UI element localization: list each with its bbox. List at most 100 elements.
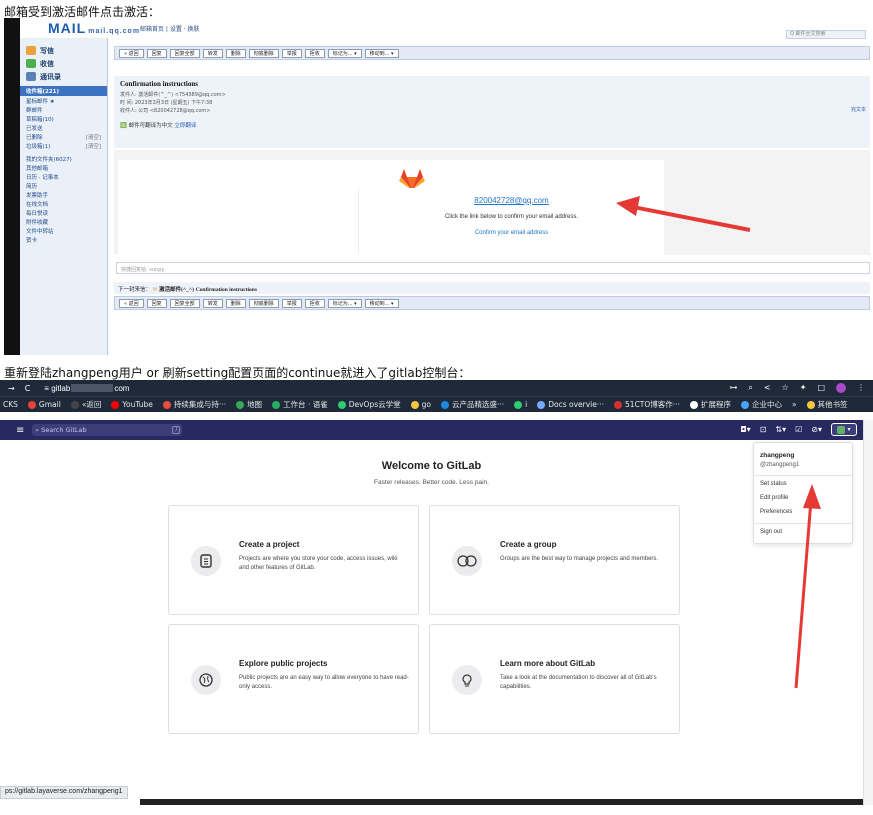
toolbar-button[interactable]: 回复 [146, 298, 167, 308]
bookmark-item[interactable]: 云产品精选盛··· [440, 399, 504, 410]
inbox-button[interactable]: 收信 [20, 57, 107, 70]
folder-item[interactable]: 星标邮件 ★ [20, 96, 107, 105]
confirm-email-address[interactable]: 820042728@qq.com [359, 196, 664, 205]
card-title: Create a group [500, 540, 557, 549]
toolbar-button[interactable]: 回复全部 [169, 298, 200, 308]
edit-profile-item[interactable]: Edit profile [760, 495, 788, 501]
folder-item[interactable]: 文件中转站 [20, 226, 107, 235]
confirm-email-link[interactable]: Confirm your email address [359, 230, 664, 236]
contacts-button[interactable]: 通讯录 [20, 70, 107, 83]
forward-icon[interactable]: → [8, 384, 15, 393]
folder-item[interactable]: 收件箱(221) [20, 86, 107, 96]
folder-item[interactable]: 草稿箱(10) [20, 114, 107, 123]
share-icon[interactable]: < [764, 383, 771, 393]
folder-item[interactable]: 贺卡 [20, 235, 107, 244]
bookmark-icon [70, 400, 79, 409]
sign-out-item[interactable]: Sign out [760, 529, 782, 535]
toolbar-button[interactable]: 删除 [225, 48, 246, 58]
toolbar-button[interactable]: 转发 [202, 48, 223, 58]
folder-item[interactable]: 群邮件 [20, 105, 107, 114]
toolbar-button[interactable]: 移动到... ▾ [364, 48, 399, 58]
folder-item[interactable]: 已删除 [清空] [20, 132, 107, 141]
toolbar-button[interactable]: 举报 [281, 48, 302, 58]
toolbar-button[interactable]: 回复全部 [169, 48, 200, 58]
bookmark-item[interactable]: 持续集成与持··· [162, 399, 226, 410]
bookmark-item[interactable]: go [410, 400, 431, 409]
bookmark-item[interactable]: YouTube [111, 400, 153, 409]
scrollbar[interactable] [863, 420, 873, 805]
toolbar-button[interactable]: 转发 [202, 298, 223, 308]
bookmark-item[interactable]: «返回 [70, 399, 101, 410]
create-new-icon[interactable]: ◘▾ [740, 425, 750, 434]
todo-icon[interactable]: ☑ [795, 425, 802, 434]
gitlab-email-card: 820042728@qq.com Click the link below to… [118, 160, 664, 255]
reload-icon[interactable]: C [25, 384, 31, 393]
user-avatar-button[interactable]: ▾ [831, 423, 857, 436]
bookmark-item[interactable]: DevOps云学堂 [337, 399, 401, 410]
star-icon[interactable]: ☆ [782, 383, 789, 393]
gitlab-fox-icon [399, 169, 425, 190]
folder-item[interactable]: 其他邮箱 [20, 163, 107, 172]
bookmark-item[interactable]: Gmail [27, 400, 61, 409]
bookmark-item[interactable]: 51CTO博客作··· [614, 399, 680, 410]
bookmark-item[interactable]: » [792, 400, 797, 409]
bookmark-item[interactable]: 其他书签 [806, 399, 848, 410]
bookmark-item[interactable]: 地图 [236, 399, 262, 410]
toolbar-button[interactable]: 拒收 [304, 48, 325, 58]
explore-projects-card[interactable]: Explore public projects Public projects … [168, 624, 419, 734]
toolbar-button[interactable]: 举报 [281, 298, 302, 308]
hamburger-icon[interactable]: ≡ [16, 425, 24, 436]
create-group-card[interactable]: Create a group Groups are the best way t… [429, 505, 680, 615]
toolbar-button[interactable]: 标记为... ▾ [327, 298, 362, 308]
bookmark-icon [27, 400, 36, 409]
zoom-icon[interactable]: ⌕ [748, 383, 752, 393]
toolbar-button[interactable]: 删除 [225, 298, 246, 308]
merge-requests-icon[interactable]: ⇅▾ [775, 425, 786, 434]
learn-gitlab-card[interactable]: Learn more about GitLab Take a look at t… [429, 624, 680, 734]
folder-item[interactable]: 已发送 [20, 123, 107, 132]
folder-item[interactable]: 简历 [20, 181, 107, 190]
bookmark-icon [537, 400, 546, 409]
mail-top-links[interactable]: 邮箱首页 | 设置 · 换肤 [140, 24, 200, 33]
bookmark-item[interactable]: 企业中心 [740, 399, 782, 410]
toolbar-button[interactable]: 标记为... ▾ [327, 48, 362, 58]
bookmark-item[interactable]: CKS [3, 400, 18, 409]
folder-item[interactable]: 垃圾箱(1) [清空] [20, 141, 107, 150]
bookmark-item[interactable]: 工作台 · 语雀 [272, 399, 328, 410]
quick-reply-input[interactable]: 快捷回复给: sunpy [116, 262, 870, 274]
folder-item[interactable]: 附件收藏 [20, 217, 107, 226]
toolbar-button[interactable]: 拒收 [304, 298, 325, 308]
extensions-icon[interactable]: ✦ [800, 383, 807, 393]
profile-icon[interactable] [836, 383, 846, 393]
set-status-item[interactable]: Set status [760, 481, 787, 487]
folder-item[interactable]: 在线文档 [20, 199, 107, 208]
bookmark-item[interactable]: Docs overvie··· [537, 400, 604, 409]
sidepanel-icon[interactable]: □ [817, 383, 825, 393]
toolbar-button[interactable]: « 返回 [119, 298, 144, 308]
bookmark-item[interactable]: 扩展程序 [689, 399, 731, 410]
toolbar-button[interactable]: 回复 [146, 48, 167, 58]
create-project-card[interactable]: Create a project Projects are where you … [168, 505, 419, 615]
preferences-item[interactable]: Preferences [760, 509, 792, 515]
bookmark-item[interactable]: i [514, 400, 527, 409]
next-mail-bar[interactable]: 下一封来信： ✉ 激活邮件(^_^) Confirmation instruct… [114, 282, 870, 294]
toolbar-button[interactable]: 彻底删除 [248, 48, 279, 58]
folder-item[interactable]: 发票助手 [20, 190, 107, 199]
menu-icon[interactable]: ⋮ [857, 383, 865, 393]
folder-item[interactable]: 日历 · 记事本 [20, 172, 107, 181]
help-icon[interactable]: ⊘▾ [811, 425, 822, 434]
toolbar-button[interactable]: 彻底删除 [248, 298, 279, 308]
toolbar-button[interactable]: 移动到... ▾ [364, 298, 399, 308]
mail-from: 发件人: 激活邮件(^_^) <754389@qq.com> [120, 92, 226, 98]
address-url[interactable]: ≡ gitlab com [44, 384, 129, 393]
folder-item[interactable]: 我的文件夹(6027) [20, 154, 107, 163]
search-shortcut-hint: / [172, 426, 181, 434]
gitlab-search-input[interactable]: ⌕ Search GitLab / [32, 424, 183, 436]
view-full-link[interactable]: 完文本 [851, 106, 866, 113]
compose-button[interactable]: 写信 [20, 44, 107, 57]
folder-item[interactable]: 每日悦读 [20, 208, 107, 217]
key-icon[interactable]: ⊶ [729, 383, 737, 393]
toolbar-button[interactable]: « 返回 [119, 48, 144, 58]
issues-icon[interactable]: ⊡ [760, 425, 767, 434]
translate-link[interactable]: 立即翻译 [174, 123, 196, 129]
